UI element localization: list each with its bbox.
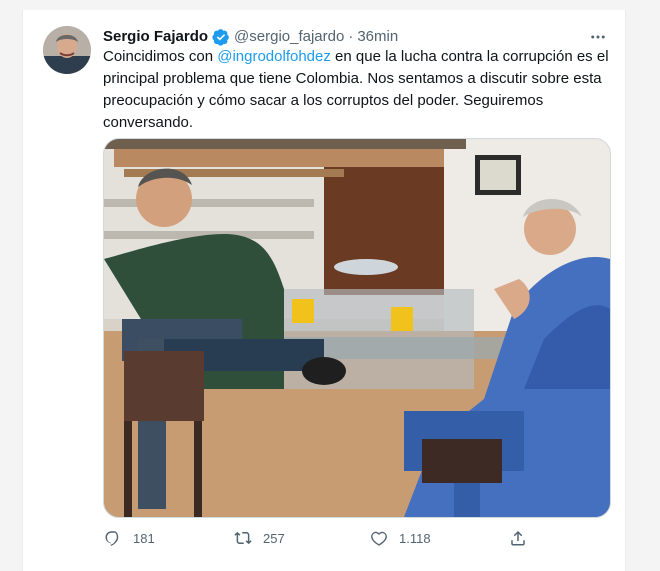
share-button[interactable] bbox=[509, 528, 533, 548]
reply-icon bbox=[103, 528, 123, 548]
tweet-card[interactable]: Sergio Fajardo @sergio_fajardo · 36min C… bbox=[22, 10, 626, 571]
reply-count: 181 bbox=[133, 530, 155, 546]
like-count: 1.118 bbox=[399, 530, 431, 546]
author-handle[interactable]: @sergio_fajardo bbox=[234, 27, 344, 47]
retweet-icon bbox=[233, 528, 253, 548]
timestamp[interactable]: 36min bbox=[357, 27, 398, 47]
retweet-button[interactable]: 257 bbox=[233, 528, 369, 548]
separator-dot: · bbox=[348, 28, 354, 45]
heart-icon bbox=[369, 528, 389, 548]
tweet-photo[interactable] bbox=[103, 138, 611, 518]
reply-button[interactable]: 181 bbox=[103, 528, 233, 548]
page: Sergio Fajardo @sergio_fajardo · 36min C… bbox=[0, 0, 660, 571]
author-name[interactable]: Sergio Fajardo bbox=[103, 27, 208, 47]
tweet-header: Sergio Fajardo @sergio_fajardo · 36min bbox=[103, 26, 609, 48]
more-icon[interactable] bbox=[587, 26, 609, 48]
verified-badge-icon bbox=[212, 28, 230, 46]
avatar-image bbox=[43, 26, 91, 74]
tweet-text-before: Coincidimos con bbox=[103, 48, 218, 65]
avatar[interactable] bbox=[43, 26, 91, 74]
share-icon bbox=[509, 528, 527, 548]
retweet-count: 257 bbox=[263, 530, 285, 546]
tweet-text: Coincidimos con @ingrodolfohdez en que l… bbox=[103, 46, 613, 134]
mention-link[interactable]: @ingrodolfohdez bbox=[217, 48, 331, 65]
like-button[interactable]: 1.118 bbox=[369, 528, 509, 548]
photo-image bbox=[104, 139, 610, 517]
tweet-actions: 181 257 1.118 bbox=[103, 527, 533, 549]
